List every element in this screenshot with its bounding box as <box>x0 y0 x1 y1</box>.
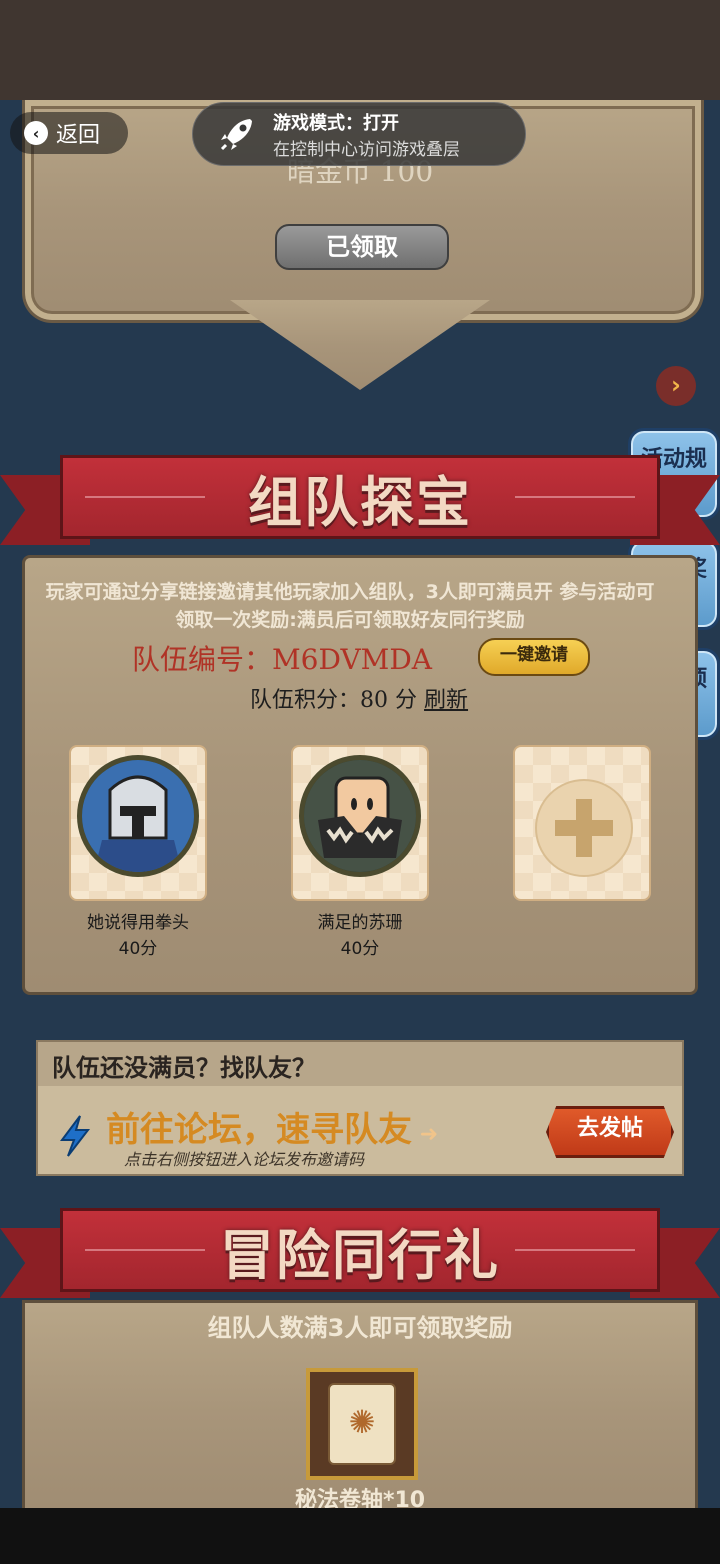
forum-title: 前往论坛，速寻队友 ➜ <box>106 1102 438 1151</box>
empty-member-slot[interactable] <box>513 745 651 901</box>
team-score-value: 80 <box>360 688 389 713</box>
member-name: 满足的苏珊 <box>317 913 403 933</box>
ribbon-ornament-right <box>515 1249 635 1251</box>
team-score-label: 队伍积分： <box>250 688 361 713</box>
ribbon-ornament-left <box>85 1249 205 1251</box>
adventure-subtitle: 组队人数满3人即可领取奖励 <box>207 1314 513 1342</box>
team-section-title: 组队探宝 <box>248 470 472 534</box>
ribbon-ornament-left <box>85 496 205 498</box>
forum-box: 队伍还没满员？找队友？ 前往论坛，速寻队友 ➜ 点击右侧按钮进入论坛发布邀请码 … <box>36 1040 684 1176</box>
one-click-invite-button[interactable]: 一键邀请 <box>478 638 590 676</box>
member-card <box>291 745 429 901</box>
rocket-icon <box>217 114 257 154</box>
toast-title: 游戏模式：打开 <box>273 112 399 134</box>
top-card-point <box>230 300 490 390</box>
team-ribbon: 组队探宝 <box>0 455 720 545</box>
adventure-section-title: 冒险同行礼 <box>220 1223 500 1287</box>
forum-subtitle: 点击右侧按钮进入论坛发布邀请码 <box>124 1150 365 1169</box>
forum-question: 队伍还没满员？找队友？ <box>52 1054 316 1082</box>
forward-arrow-icon: ➜ <box>412 1122 439 1147</box>
go-post-button[interactable]: 去发帖 <box>546 1106 674 1158</box>
event-page: 暗金币 100 已领取 ‹ 返回 游戏模式：打开 在控制中心访问游戏叠层 › 活… <box>0 100 720 1508</box>
system-nav-bar <box>0 1508 720 1564</box>
team-id: 队伍编号：M6DVMDA <box>132 638 432 678</box>
avatar <box>77 755 199 877</box>
adventure-ribbon: 冒险同行礼 <box>0 1208 720 1298</box>
next-arrow-button[interactable]: › <box>656 366 696 406</box>
scroll-icon <box>328 1383 396 1465</box>
ribbon-banner: 组队探宝 <box>60 455 660 539</box>
refresh-link[interactable]: 刷新 <box>424 688 468 713</box>
ribbon-ornament-right <box>515 496 635 498</box>
member-name: 她说得用拳头 <box>87 913 189 933</box>
forum-header: 队伍还没满员？找队友？ <box>38 1042 682 1086</box>
reward-item[interactable] <box>306 1368 418 1480</box>
forum-title-text: 前往论坛，速寻队友 <box>106 1110 412 1150</box>
team-score: 队伍积分：80 分 刷新 <box>250 682 468 714</box>
team-id-label: 队伍编号： <box>132 643 273 676</box>
avatar <box>299 755 421 877</box>
claimed-button[interactable]: 已领取 <box>275 224 449 270</box>
status-bar <box>0 0 720 100</box>
ribbon-banner: 冒险同行礼 <box>60 1208 660 1292</box>
back-button[interactable]: ‹ 返回 <box>10 112 128 154</box>
member-score: 40分 <box>340 939 380 959</box>
team-description: 玩家可通过分享链接邀请其他玩家加入组队，3人即可满员开 参与活动可领取一次奖励:… <box>45 581 655 631</box>
team-score-unit: 分 <box>395 688 418 713</box>
team-id-value: M6DVMDA <box>272 643 433 676</box>
reward-label: 秘法卷轴*10 <box>294 1488 426 1508</box>
plus-icon <box>535 779 633 877</box>
lightning-icon <box>58 1114 92 1158</box>
back-label: 返回 <box>56 123 101 148</box>
chevron-left-icon: ‹ <box>24 121 48 145</box>
game-mode-toast: 游戏模式：打开 在控制中心访问游戏叠层 <box>192 102 526 166</box>
member-card <box>69 745 207 901</box>
member-score: 40分 <box>118 939 158 959</box>
toast-subtitle: 在控制中心访问游戏叠层 <box>273 139 460 160</box>
